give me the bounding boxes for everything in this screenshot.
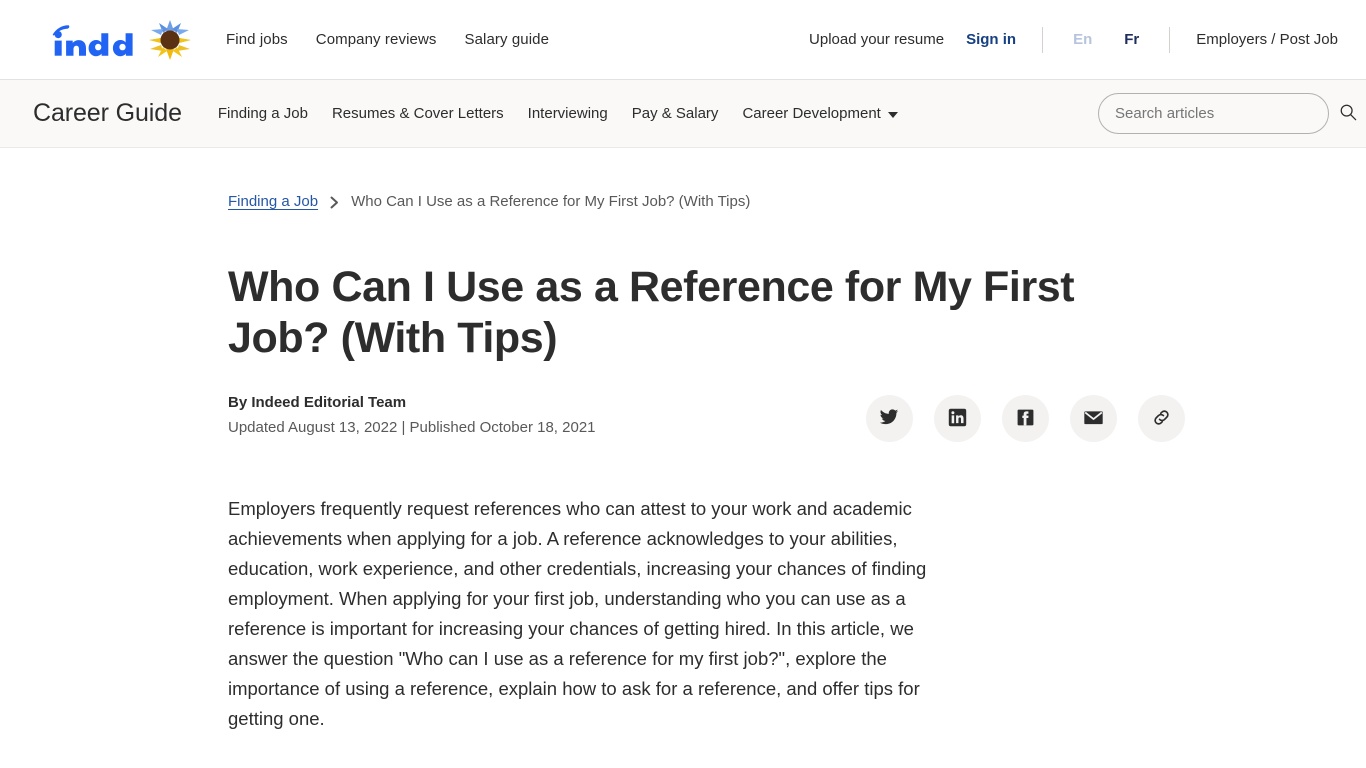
article-intro-paragraph: Employers frequently request references … [228,498,927,730]
chevron-down-icon [887,111,898,118]
indeed-logo-link[interactable] [26,16,194,64]
global-nav-links: Find jobs Company reviews Salary guide [218,25,563,54]
cg-nav-finding-a-job[interactable]: Finding a Job [206,99,320,128]
cg-nav-career-development-label: Career Development [742,105,881,122]
cg-nav-resumes-cover-letters[interactable]: Resumes & Cover Letters [320,99,516,128]
share-buttons-row [865,392,1185,443]
upload-resume-link[interactable]: Upload your resume [799,25,954,54]
cg-nav-career-development[interactable]: Career Development [730,99,909,128]
article-page: Finding a Job Who Can I Use as a Referen… [0,148,1366,735]
chevron-right-icon [330,196,339,209]
language-en-link[interactable]: En [1057,25,1108,54]
linkedin-icon [948,408,967,430]
facebook-icon [1016,408,1035,430]
share-email-button[interactable] [1069,395,1117,443]
breadcrumb-parent-link[interactable]: Finding a Job [228,193,318,210]
breadcrumb-current: Who Can I Use as a Reference for My Firs… [351,193,751,210]
language-fr-link[interactable]: Fr [1108,25,1155,54]
header-divider-2 [1169,26,1171,53]
link-icon [1151,407,1172,431]
article-body: Employers frequently request references … [228,494,928,734]
article-meta-row: By Indeed Editorial Team Updated August … [228,392,1326,443]
sunflower-icon [146,16,194,64]
search-area [1098,93,1366,134]
cg-nav-pay-salary[interactable]: Pay & Salary [620,99,731,128]
global-header-right: Upload your resume Sign in En Fr Employe… [799,25,1342,54]
page-title: Who Can I Use as a Reference for My Firs… [228,263,1075,363]
career-guide-title: Career Guide [33,99,182,127]
search-submit-button[interactable] [1338,104,1358,124]
cg-nav-interviewing[interactable]: Interviewing [516,99,620,128]
search-icon [1339,103,1357,124]
nav-salary-guide[interactable]: Salary guide [450,25,563,54]
breadcrumb: Finding a Job Who Can I Use as a Referen… [228,193,1326,210]
share-twitter-button[interactable] [865,395,913,443]
nav-find-jobs[interactable]: Find jobs [218,25,302,54]
global-header-left: Find jobs Company reviews Salary guide [26,16,563,64]
twitter-icon [879,407,899,430]
indeed-wordmark-icon [26,23,134,57]
article-byline: By Indeed Editorial Team [228,394,407,412]
career-guide-nav: Career Guide Finding a Job Resumes & Cov… [0,80,1366,148]
share-facebook-button[interactable] [1001,395,1049,443]
header-divider-1 [1042,26,1044,53]
employers-post-job-link[interactable]: Employers / Post Job [1184,25,1342,54]
career-guide-home-link[interactable]: Career Guide [33,99,182,128]
nav-company-reviews[interactable]: Company reviews [302,25,451,54]
share-link-button[interactable] [1137,395,1185,443]
content-wrapper: Finding a Job Who Can I Use as a Referen… [0,193,1366,734]
sign-in-link[interactable]: Sign in [954,25,1028,54]
career-guide-links: Finding a Job Resumes & Cover Letters In… [206,99,910,128]
search-input[interactable] [1098,93,1329,134]
article-dates: Updated August 13, 2022 | Published Octo… [228,419,596,437]
global-header: Find jobs Company reviews Salary guide U… [0,0,1366,80]
email-icon [1083,407,1104,431]
byline-block: By Indeed Editorial Team Updated August … [228,392,596,436]
share-linkedin-button[interactable] [933,395,981,443]
